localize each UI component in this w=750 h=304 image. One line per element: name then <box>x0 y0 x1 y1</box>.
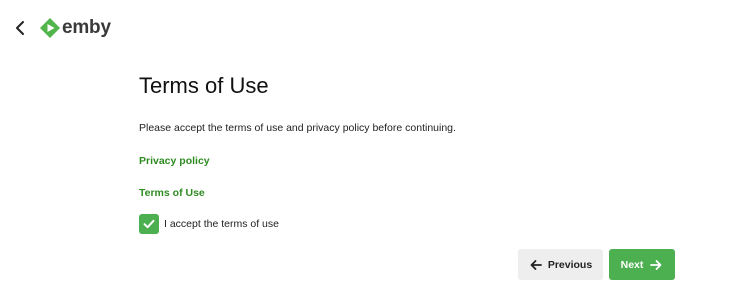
accept-terms-checkbox[interactable] <box>139 214 159 234</box>
previous-button[interactable]: Previous <box>518 249 603 280</box>
arrow-left-icon <box>530 259 542 270</box>
accept-terms-row[interactable]: I accept the terms of use <box>139 214 279 234</box>
arrow-right-icon <box>650 259 662 270</box>
accept-terms-label: I accept the terms of use <box>164 218 279 230</box>
emby-logo-icon <box>40 18 60 38</box>
next-button[interactable]: Next <box>609 249 675 280</box>
logo-text: emby <box>62 17 111 38</box>
chevron-left-icon <box>16 21 24 35</box>
terms-description: Please accept the terms of use and priva… <box>139 122 456 134</box>
page-title: Terms of Use <box>139 73 269 98</box>
privacy-policy-link[interactable]: Privacy policy <box>139 155 210 167</box>
terms-of-use-link[interactable]: Terms of Use <box>139 187 205 199</box>
terms-content: Terms of Use Please accept the terms of … <box>139 72 699 234</box>
next-label: Next <box>620 258 644 271</box>
back-button[interactable] <box>8 16 32 40</box>
checkmark-icon <box>143 219 155 229</box>
previous-label: Previous <box>547 258 593 271</box>
emby-logo: emby <box>39 17 111 39</box>
terms-page: emby Terms of Use Please accept the term… <box>0 0 750 304</box>
